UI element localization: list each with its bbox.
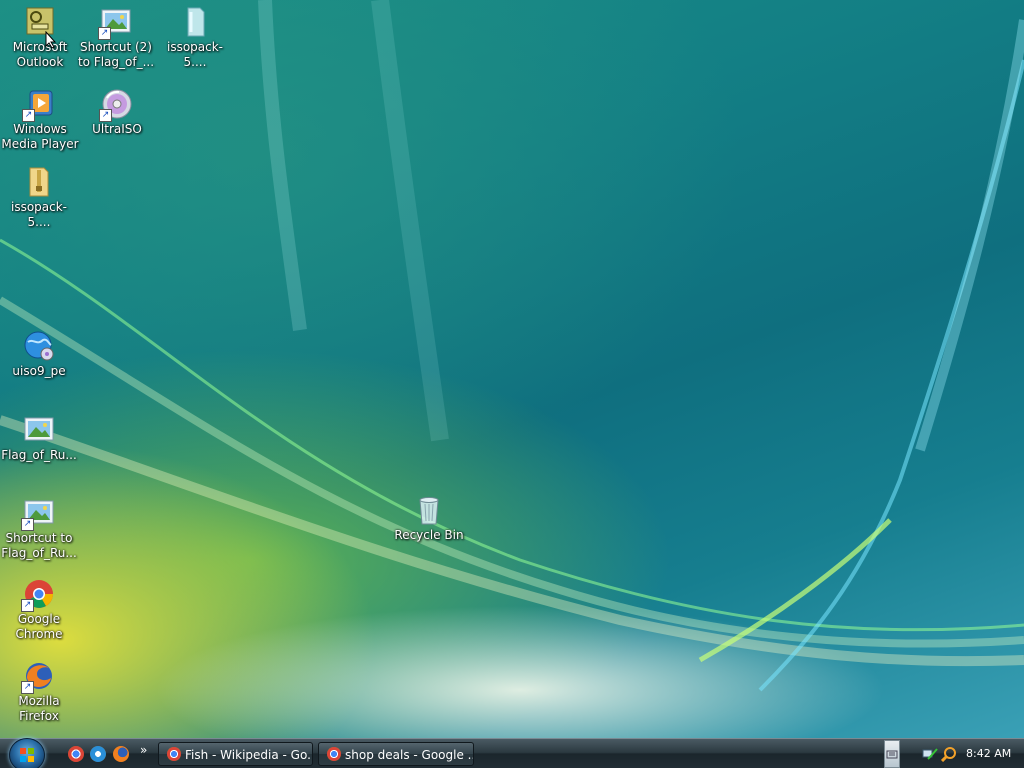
shortcut-arrow-icon: ↗ [22, 109, 35, 122]
desktop-icon-ultraiso[interactable]: ↗ UltraISO [78, 88, 156, 137]
desktop-icon-issopack-file[interactable]: issopack-5.... [156, 6, 234, 70]
desktop-icon-label: Mozilla Firefox [18, 694, 60, 723]
mouse-cursor-icon [45, 31, 57, 49]
desktop-icon-shortcut-2-flag[interactable]: ↗ Shortcut (2) to Flag_of_... [77, 6, 155, 70]
desktop-icon-windows-media-player[interactable]: ↗ Windows Media Player [1, 88, 79, 152]
desktop-icon-google-chrome[interactable]: ↗ Google Chrome [0, 578, 78, 642]
firefox-icon: ↗ [21, 660, 55, 694]
desktop-icon-label: issopack-5.... [10, 200, 68, 229]
desktop-icon-issopack-zip[interactable]: issopack-5.... [0, 166, 78, 230]
image-file-icon [23, 414, 55, 446]
desktop-icon-recycle-bin[interactable]: Recycle Bin [390, 494, 468, 543]
shortcut-arrow-icon: ↗ [21, 681, 34, 694]
desktop-icon-label: Shortcut to Flag_of_Ru... [1, 531, 77, 560]
image-file-icon: ↗ [21, 497, 55, 531]
shortcut-arrow-icon: ↗ [21, 518, 34, 531]
desktop-icon-label: Google Chrome [15, 612, 63, 641]
quick-launch-internet-explorer-icon[interactable] [90, 746, 106, 762]
desktop-icon-microsoft-outlook[interactable]: Microsoft Outlook [1, 6, 79, 70]
media-player-icon: ↗ [22, 88, 56, 122]
taskbar: » Fish - Wikipedia - Go... shop deals - … [0, 738, 1024, 768]
quick-launch-firefox-icon[interactable] [113, 746, 129, 762]
taskbar-button-label: Fish - Wikipedia - Go... [185, 748, 313, 762]
taskbar-button-shop-deals[interactable]: shop deals - Google ... [318, 742, 474, 766]
desktop-icon-uiso9-pe[interactable]: uiso9_pe [0, 330, 78, 379]
desktop-icon-flag-of-ru[interactable]: Flag_of_Ru... [0, 414, 78, 463]
keyboard-icon [886, 750, 898, 759]
zip-folder-icon [23, 166, 55, 198]
desktop[interactable]: Microsoft Outlook ↗ Shortcut (2) to Flag… [0, 0, 1024, 738]
quick-launch-more-button[interactable]: » [140, 742, 147, 758]
system-clock[interactable]: 8:42 AM [966, 739, 1011, 768]
taskbar-button-label: shop deals - Google ... [345, 748, 474, 762]
generic-file-icon [179, 6, 211, 38]
chrome-icon [327, 747, 341, 761]
desktop-icon-label: Microsoft Outlook [12, 40, 68, 69]
chrome-icon: ↗ [21, 578, 55, 612]
input-language-button[interactable] [884, 740, 900, 768]
search-magnifier-icon[interactable] [941, 746, 957, 762]
chrome-icon [167, 747, 181, 761]
desktop-icon-label: Shortcut (2) to Flag_of_... [77, 40, 155, 69]
windows-logo-icon [20, 748, 34, 762]
desktop-icon-label: Windows Media Player [1, 122, 79, 151]
taskbar-button-fish-wikipedia[interactable]: Fish - Wikipedia - Go... [158, 742, 313, 766]
image-file-icon: ↗ [98, 6, 132, 40]
globe-installer-icon [23, 330, 55, 362]
desktop-icon-label: UltraISO [92, 122, 142, 136]
cd-disc-icon: ↗ [99, 88, 133, 122]
desktop-icon-shortcut-flag-of-ru[interactable]: ↗ Shortcut to Flag_of_Ru... [0, 497, 78, 561]
recycle-bin-icon [413, 494, 445, 526]
start-button[interactable] [9, 738, 45, 768]
desktop-icon-label: Recycle Bin [394, 528, 464, 542]
shortcut-arrow-icon: ↗ [99, 109, 112, 122]
shortcut-arrow-icon: ↗ [21, 599, 34, 612]
desktop-icon-mozilla-firefox[interactable]: ↗ Mozilla Firefox [0, 660, 78, 724]
shortcut-arrow-icon: ↗ [98, 27, 111, 40]
desktop-icon-label: uiso9_pe [12, 364, 66, 378]
quick-launch-chrome-icon[interactable] [68, 746, 84, 762]
desktop-icon-label: issopack-5.... [166, 40, 224, 69]
desktop-icon-label: Flag_of_Ru... [1, 448, 77, 462]
network-icon[interactable] [922, 747, 938, 761]
